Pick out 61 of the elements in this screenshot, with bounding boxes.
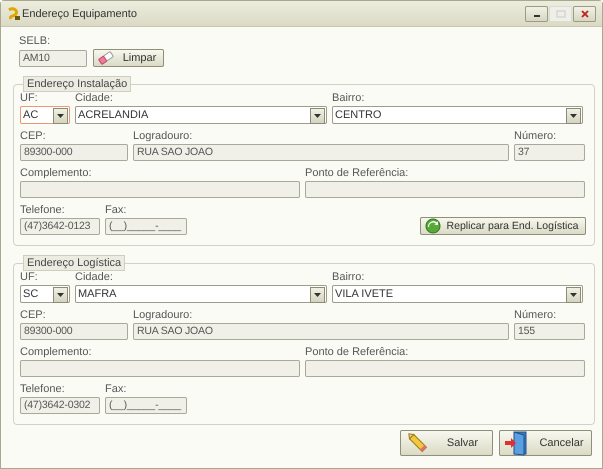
- text-field[interactable]: (__)_____-____: [105, 218, 187, 235]
- field-label: Complemento:: [20, 346, 93, 359]
- minimize-button[interactable]: [525, 6, 548, 22]
- field-label: Cidade:: [75, 271, 114, 284]
- dropdown[interactable]: CENTRO: [332, 106, 583, 124]
- field-label: SELB:: [19, 35, 52, 48]
- text-field[interactable]: [305, 360, 585, 377]
- group-title: Endereço Instalação: [23, 76, 132, 92]
- field-label: Ponto de Referência:: [305, 167, 410, 180]
- maximize-icon: [556, 10, 566, 18]
- text-field[interactable]: RUA SAO JOAO: [133, 144, 509, 161]
- replicate-button[interactable]: Replicar para End. Logística: [420, 217, 586, 235]
- field-label: Fax:: [105, 383, 128, 396]
- caret-icon: [570, 114, 577, 118]
- dropdown[interactable]: ACRELANDIA: [75, 106, 327, 124]
- field-label: CEP:: [20, 309, 47, 322]
- field-label: Ponto de Referência:: [305, 346, 410, 359]
- field-label: Número:: [514, 130, 558, 143]
- field-label: CEP:: [20, 130, 47, 143]
- text-field[interactable]: (47)3642-0123: [20, 218, 100, 235]
- text-field[interactable]: [20, 360, 300, 377]
- clear-button[interactable]: Limpar: [93, 49, 164, 67]
- caret-icon: [570, 293, 577, 297]
- field-label: UF:: [20, 92, 39, 105]
- caret-icon: [57, 293, 64, 297]
- dropdown[interactable]: MAFRA: [75, 285, 327, 303]
- close-icon: [580, 10, 588, 18]
- caret-icon: [314, 114, 321, 118]
- dropdown[interactable]: SC: [20, 285, 70, 303]
- text-field[interactable]: 89300-000: [20, 144, 128, 161]
- app-logo-icon: [6, 6, 20, 20]
- text-field[interactable]: 89300-000: [20, 323, 128, 340]
- cancel-button[interactable]: Cancelar: [499, 430, 592, 456]
- caret-icon: [57, 114, 64, 118]
- field-label: Bairro:: [332, 271, 366, 284]
- field-label: Cidade:: [75, 92, 114, 105]
- text-field[interactable]: RUA SAO JOAO: [133, 323, 509, 340]
- text-field[interactable]: [305, 181, 585, 198]
- field-label: Logradouro:: [133, 130, 194, 143]
- close-button[interactable]: [573, 6, 596, 22]
- text-field[interactable]: [20, 181, 300, 198]
- field-label: UF:: [20, 271, 39, 284]
- dropdown[interactable]: AC: [20, 106, 70, 124]
- field-label: Complemento:: [20, 167, 93, 180]
- text-field[interactable]: 37: [514, 144, 585, 161]
- caret-icon: [314, 293, 321, 297]
- eraser-icon: [98, 51, 114, 65]
- text-field[interactable]: (47)3642-0302: [20, 397, 100, 414]
- group-title: Endereço Logística: [23, 255, 126, 271]
- dropdown[interactable]: VILA IVETE: [332, 285, 583, 303]
- window-title: Endereço Equipamento: [22, 8, 138, 20]
- field-label: Logradouro:: [133, 309, 194, 322]
- field-label: Fax:: [105, 204, 128, 217]
- field-label: Telefone:: [20, 204, 66, 217]
- field-label: Telefone:: [20, 383, 66, 396]
- selb-field[interactable]: AM10: [19, 50, 87, 66]
- text-field[interactable]: 155: [514, 323, 585, 340]
- text-field[interactable]: (__)_____-____: [105, 397, 187, 414]
- field-label: Número:: [514, 309, 558, 322]
- field-label: Bairro:: [332, 92, 366, 105]
- save-button[interactable]: Salvar: [400, 430, 493, 456]
